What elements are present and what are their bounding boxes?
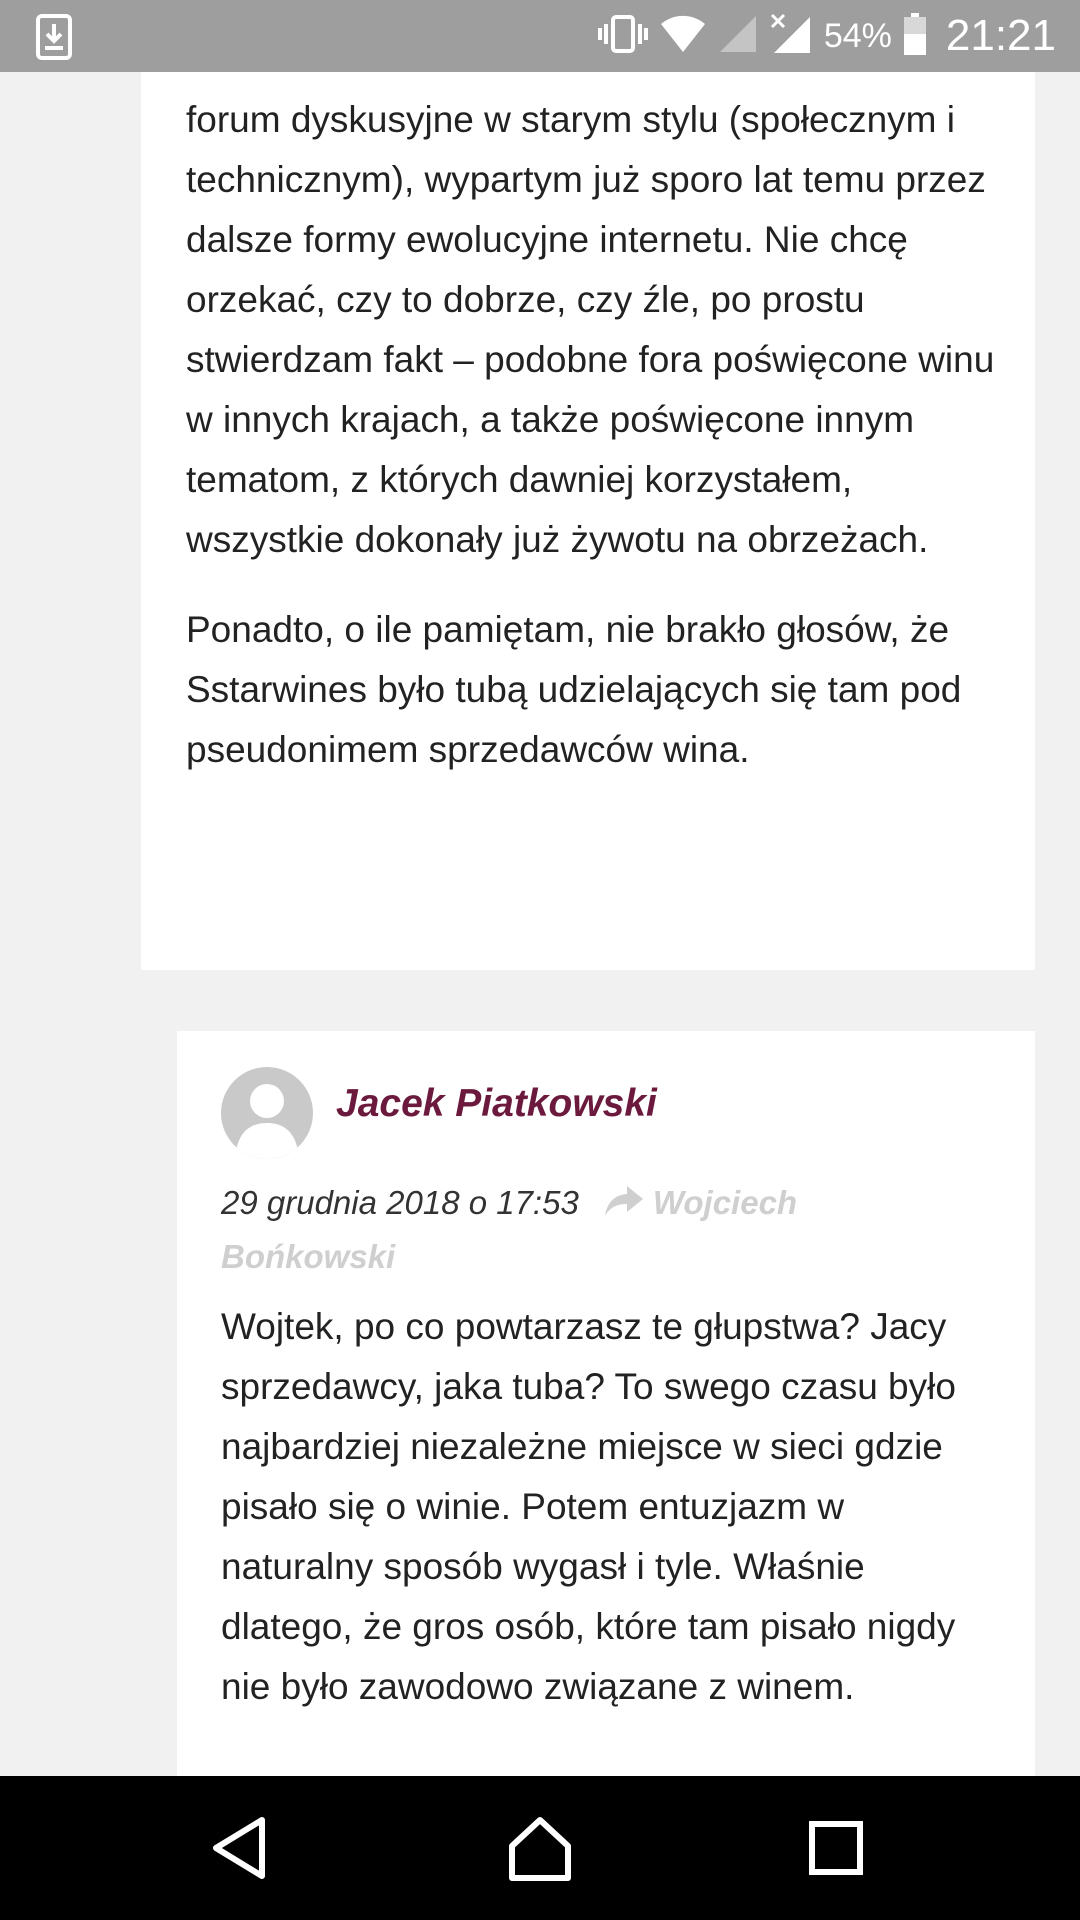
comment-paragraph: Wojtek, po co powtarzasz te głupstwa? Ja… — [221, 1306, 956, 1707]
battery-icon — [903, 12, 926, 60]
previous-comment: forum dyskusyjne w starym stylu (społecz… — [141, 72, 1035, 970]
comment-meta: 29 grudnia 2018 o 17:53 Wojciech Bońkowsk… — [221, 1177, 941, 1283]
comment-author[interactable]: Jacek Piatkowski — [336, 1082, 657, 1126]
clock: 21:21 — [945, 11, 1056, 60]
vibrate-icon — [597, 14, 648, 59]
back-icon[interactable] — [204, 1812, 276, 1884]
comment-date[interactable]: 29 grudnia 2018 o 17:53 — [221, 1184, 579, 1221]
comment-paragraph: Ponadto, o ile pamiętam, nie brakło głos… — [186, 609, 962, 770]
navigation-bar — [0, 1776, 1080, 1920]
signal-x-icon — [770, 13, 812, 60]
comment-paragraph: forum dyskusyjne w starym stylu (społecz… — [186, 99, 995, 560]
wifi-icon — [660, 14, 706, 59]
avatar[interactable] — [221, 1067, 313, 1159]
download-icon — [36, 14, 72, 60]
status-bar: 54% 21:21 — [0, 0, 1080, 72]
signal-icon — [718, 14, 758, 59]
reply-arrow-icon — [604, 1179, 643, 1231]
comment-body: forum dyskusyjne w starym stylu (społecz… — [186, 90, 996, 810]
comments-area[interactable]: forum dyskusyjne w starym stylu (społecz… — [0, 72, 1080, 1776]
battery-percent: 54% — [823, 16, 892, 55]
comment-body: Wojtek, po co powtarzasz te głupstwa? Ja… — [221, 1297, 1001, 1747]
recents-icon[interactable] — [800, 1812, 872, 1884]
reply-comment: Jacek Piatkowski 29 grudnia 2018 o 17:53… — [177, 1031, 1035, 1776]
home-icon[interactable] — [504, 1812, 576, 1884]
